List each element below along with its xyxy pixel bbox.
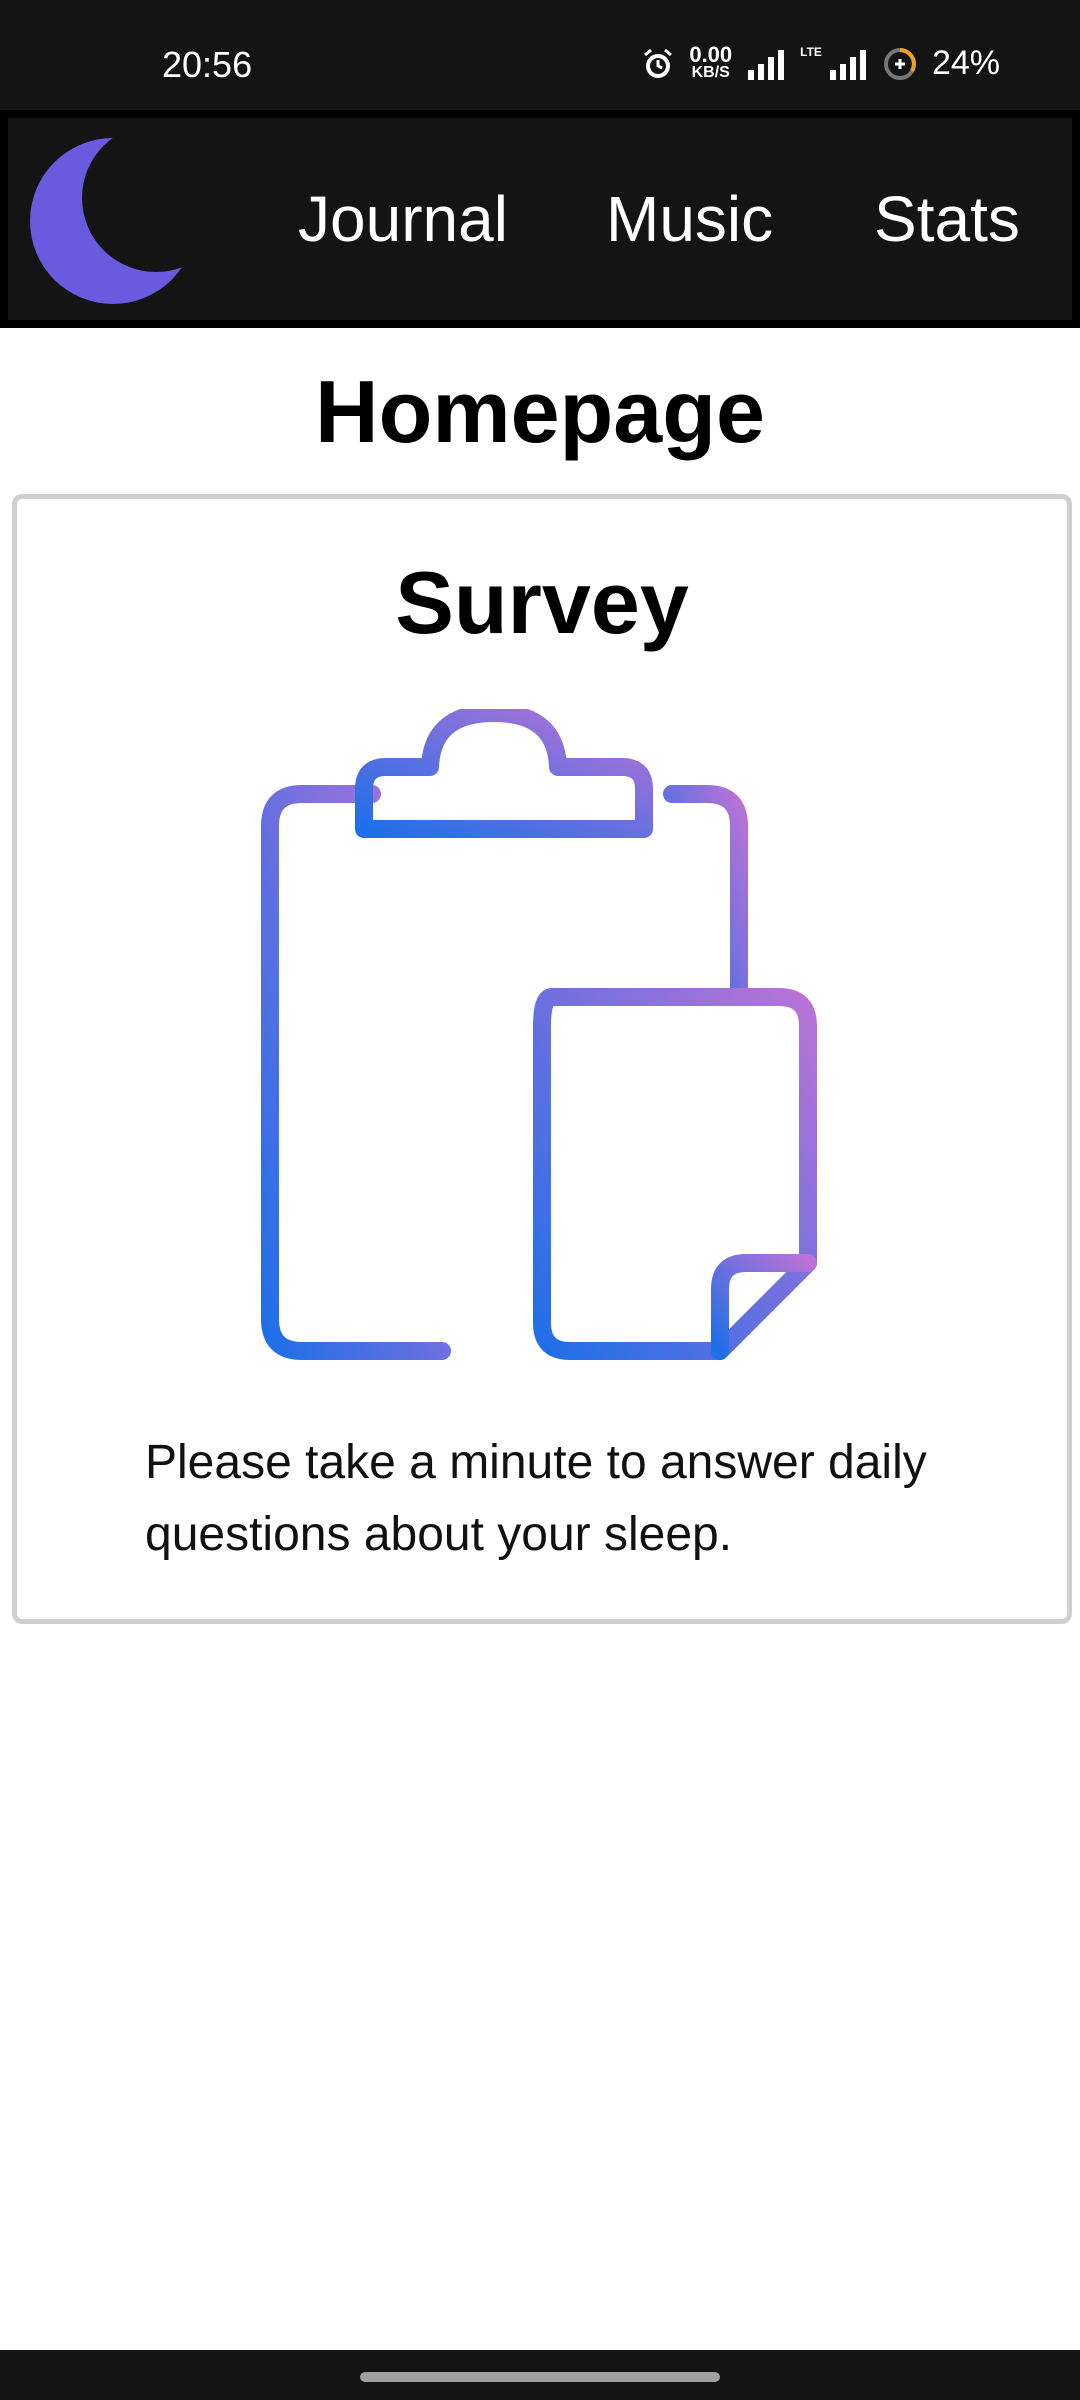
net-speed-value: 0.00: [689, 41, 733, 67]
gesture-bar: [0, 2350, 1080, 2400]
status-time: 20:56: [162, 44, 253, 85]
nav-link-music[interactable]: Music: [606, 184, 773, 254]
moon-icon[interactable]: [28, 136, 198, 306]
screen: 20:56 0.00 KB/S LTE 24% Journal Music St…: [0, 0, 1080, 2400]
battery-saver-icon: [883, 47, 916, 80]
page-title: Homepage: [315, 362, 765, 461]
battery-percent: 24%: [931, 44, 1000, 82]
alarm-icon: [644, 48, 673, 78]
network-type-label: LTE: [800, 44, 822, 59]
survey-card-title: Survey: [395, 553, 689, 652]
status-bar: 20:56 0.00 KB/S LTE 24%: [0, 0, 1080, 110]
survey-card-description: Please take a minute to answer daily que…: [145, 1436, 927, 1561]
status-indicators: 0.00 KB/S LTE 24%: [641, 41, 1000, 83]
clipboard-document-icon: [261, 709, 817, 1360]
signal-icon: [748, 49, 785, 80]
nav-link-stats[interactable]: Stats: [874, 184, 1020, 254]
nav-link-journal[interactable]: Journal: [298, 184, 508, 254]
net-speed-unit: KB/S: [691, 63, 730, 81]
survey-card[interactable]: Survey Please take a minute to answer da…: [12, 494, 1072, 1624]
nav-inner: Journal Music Stats: [8, 118, 1072, 320]
net-speed: 0.00 KB/S: [689, 41, 733, 82]
lte-signal-icon: [829, 49, 866, 80]
nav-bar: Journal Music Stats: [0, 110, 1080, 328]
home-indicator[interactable]: [360, 2372, 720, 2382]
